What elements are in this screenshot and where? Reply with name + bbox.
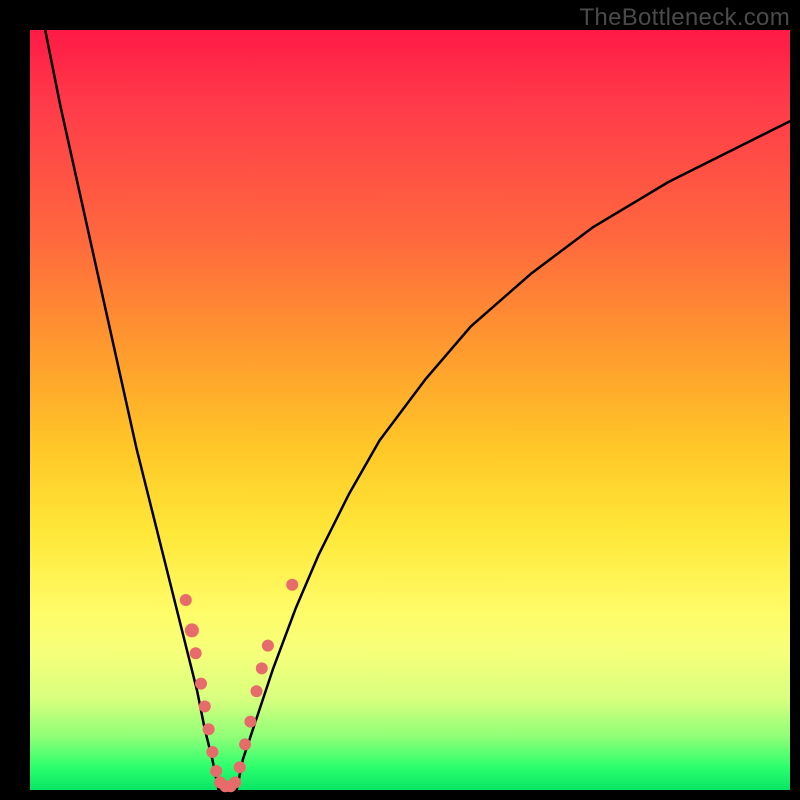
marker-point [286,579,298,591]
marker-point [239,738,251,750]
series-curve-right [237,121,790,790]
marker-point [206,746,218,758]
marker-point [256,662,268,674]
marker-point [262,640,274,652]
marker-point [203,723,215,735]
chart-frame: TheBottleneck.com [0,0,800,800]
marker-point [199,700,211,712]
marker-point [229,776,241,788]
marker-point [185,623,199,637]
marker-point [190,647,202,659]
series-curve-left [45,30,218,790]
curve-svg [30,30,790,790]
marker-point [250,685,262,697]
marker-point [210,765,222,777]
marker-point [180,594,192,606]
marker-point [244,716,256,728]
plot-area [30,30,790,790]
watermark-text: TheBottleneck.com [579,4,790,32]
marker-point [234,761,246,773]
marker-point [195,678,207,690]
